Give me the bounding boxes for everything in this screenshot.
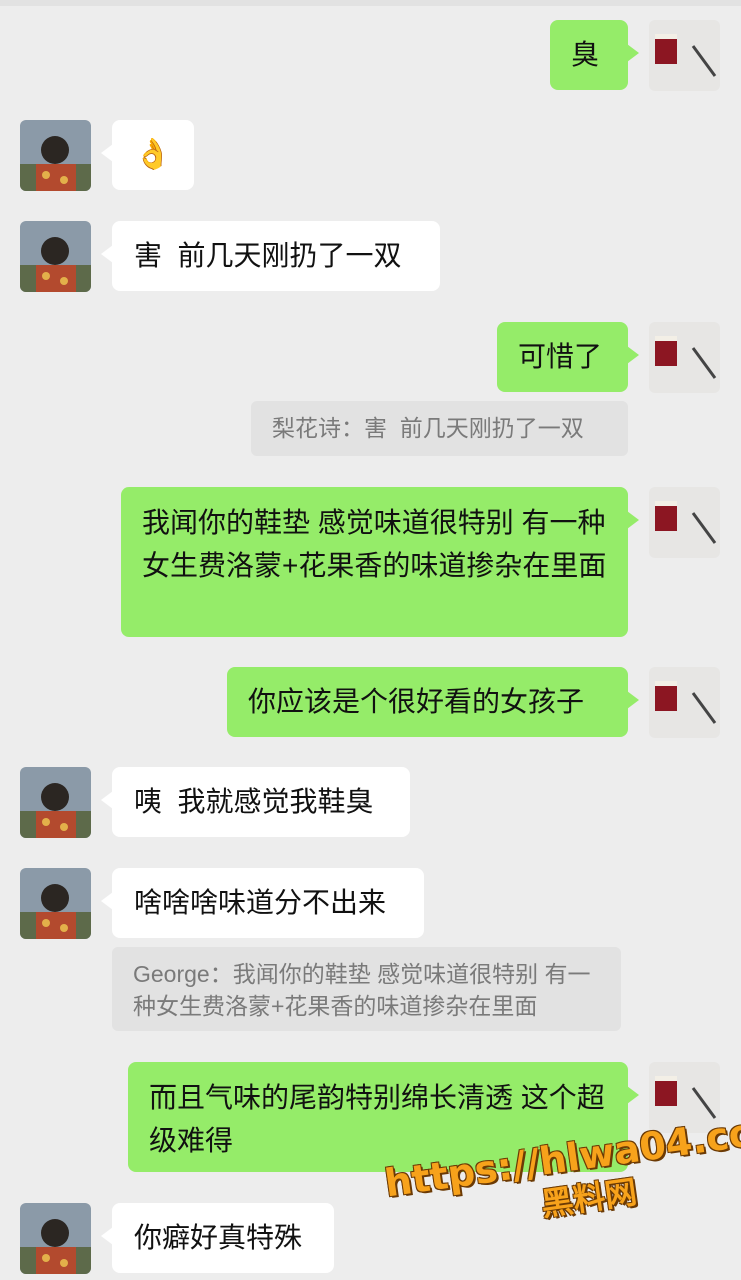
message-bubble-received[interactable]: 👌	[101, 120, 194, 190]
quoted-message[interactable]: 梨花诗：害 前几天刚扔了一双	[251, 401, 628, 456]
message-bubble-received[interactable]: 害 前几天刚扔了一双	[101, 221, 440, 291]
top-divider	[0, 0, 741, 6]
message-bubble-received[interactable]: 咦 我就感觉我鞋臭	[101, 767, 410, 837]
person-avatar-icon[interactable]	[20, 767, 91, 838]
person-avatar-icon[interactable]	[20, 868, 91, 939]
coffee-cup-avatar-icon[interactable]	[649, 20, 720, 91]
message-bubble-received[interactable]: 啥啥啥味道分不出来	[101, 868, 424, 938]
message-bubble-sent[interactable]: 我闻你的鞋垫 感觉味道很特别 有一种女生费洛蒙+花果香的味道掺杂在里面	[121, 487, 639, 637]
message-bubble-sent[interactable]: 臭	[550, 20, 639, 90]
coffee-cup-avatar-icon[interactable]	[649, 322, 720, 393]
quoted-message[interactable]: George：我闻你的鞋垫 感觉味道很特别 有一种女生费洛蒙+花果香的味道掺杂在…	[112, 947, 621, 1031]
person-avatar-icon[interactable]	[20, 221, 91, 292]
message-bubble-sent[interactable]: 你应该是个很好看的女孩子	[227, 667, 639, 737]
coffee-cup-avatar-icon[interactable]	[649, 487, 720, 558]
message-bubble-received[interactable]: 你癖好真特殊	[101, 1203, 334, 1273]
person-avatar-icon[interactable]	[20, 1203, 91, 1274]
coffee-cup-avatar-icon[interactable]	[649, 667, 720, 738]
person-avatar-icon[interactable]	[20, 120, 91, 191]
message-bubble-sent[interactable]: 可惜了	[497, 322, 639, 392]
